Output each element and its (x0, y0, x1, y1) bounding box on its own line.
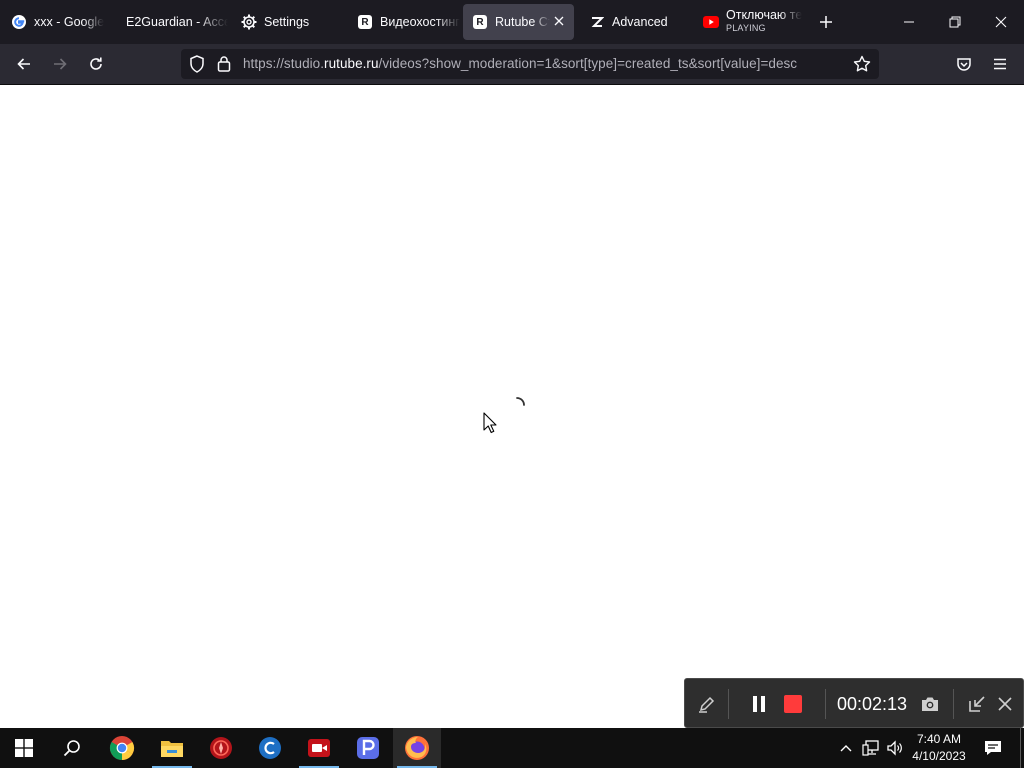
firefox-icon (405, 736, 429, 760)
close-recorder-button[interactable] (991, 690, 1019, 718)
arrow-right-icon (54, 58, 67, 70)
screen-recorder-toolbar: 00:02:13 (684, 678, 1024, 728)
search-icon (63, 740, 80, 757)
notification-icon (985, 741, 1001, 755)
screenshot-button[interactable] (916, 690, 944, 718)
advanced-icon (588, 13, 606, 31)
screen-recorder-icon (308, 739, 330, 757)
minimize-arrow-icon (969, 696, 985, 712)
show-hidden-icons-button[interactable] (836, 728, 856, 768)
minimize-button[interactable] (886, 0, 932, 44)
close-icon (998, 697, 1012, 711)
back-button[interactable] (9, 49, 39, 79)
app-menu-button[interactable] (985, 49, 1015, 79)
clock-date: 4/10/2023 (912, 749, 966, 763)
action-center-button[interactable] (978, 728, 1008, 768)
tab-label: Advanced (612, 15, 668, 29)
windows-taskbar: 7:40 AM 4/10/2023 (0, 728, 1024, 768)
loading-spinner-icon (516, 397, 525, 406)
taskbar-p-app[interactable] (344, 728, 392, 768)
tab-google-search[interactable]: xxx - Google (2, 4, 114, 40)
network-icon (862, 740, 879, 756)
rutube-icon: R (471, 13, 489, 31)
chevron-up-icon (840, 745, 852, 752)
tab-youtube-playing[interactable]: Отключаю те PLAYING (694, 4, 804, 40)
chrome-icon (109, 736, 135, 760)
c-app-icon (259, 737, 281, 759)
pause-recording-button[interactable] (745, 690, 773, 718)
minimize-icon (904, 21, 914, 23)
google-icon (10, 13, 28, 31)
youtube-icon (702, 13, 720, 31)
taskbar-screen-recorder[interactable] (295, 728, 343, 768)
tab-label: Отключаю те (726, 9, 803, 22)
pen-icon (699, 696, 715, 713)
restore-button[interactable] (932, 0, 978, 44)
stop-recording-button[interactable] (779, 690, 807, 718)
tab-label: Видеохостинг (380, 15, 460, 29)
restore-icon (949, 16, 961, 28)
taskbar-search-button[interactable] (48, 728, 96, 768)
taskbar-file-explorer[interactable] (148, 728, 196, 768)
tab-advanced[interactable]: Advanced (580, 4, 692, 40)
speaker-icon (887, 740, 902, 756)
tab-rutube-studio[interactable]: R Rutube Студия (463, 4, 574, 40)
shield-icon[interactable] (189, 55, 205, 78)
tab-videohosting[interactable]: R Видеохостинг (348, 4, 460, 40)
lock-icon[interactable] (217, 55, 231, 77)
arrow-left-icon (17, 58, 30, 70)
windows-start-icon (15, 739, 33, 757)
taskbar-firefox[interactable] (393, 728, 441, 768)
close-icon (995, 16, 1007, 28)
start-button[interactable] (0, 728, 48, 768)
pause-icon (753, 696, 765, 712)
close-icon[interactable] (552, 14, 566, 28)
volume-control[interactable] (884, 728, 906, 768)
network-status[interactable] (860, 728, 882, 768)
clock-time: 7:40 AM (916, 732, 962, 746)
url-text[interactable]: https://studio.rutube.ru/videos?show_mod… (243, 56, 797, 71)
file-explorer-icon (161, 741, 183, 757)
tab-e2guardian[interactable]: E2Guardian - Access (118, 4, 228, 40)
forward-button[interactable] (45, 49, 75, 79)
recording-timer: 00:02:13 (837, 694, 908, 714)
taskbar-chrome[interactable] (98, 728, 146, 768)
taskbar-clock[interactable]: 7:40 AM 4/10/2023 (908, 731, 970, 765)
tab-strip: xxx - Google E2Guardian - Access Setting… (0, 0, 1024, 44)
plus-icon (820, 16, 832, 28)
mouse-cursor-icon (483, 412, 497, 434)
close-window-button[interactable] (978, 0, 1024, 44)
show-desktop-button[interactable] (1017, 728, 1024, 768)
tab-label: Rutube Студия (495, 15, 550, 29)
hamburger-menu-icon (994, 58, 1006, 70)
tab-playing-label: PLAYING (726, 23, 766, 33)
tab-label: Settings (264, 15, 310, 29)
address-bar[interactable]: https://studio.rutube.ru/videos?show_mod… (181, 49, 879, 79)
game-app-icon (210, 737, 232, 759)
reload-button[interactable] (81, 49, 111, 79)
taskbar-game-app[interactable] (197, 728, 245, 768)
reload-icon (90, 57, 102, 70)
rutube-icon: R (356, 13, 374, 31)
p-app-icon (357, 737, 379, 759)
gear-icon (240, 13, 258, 31)
new-tab-button[interactable] (812, 8, 840, 36)
tab-settings[interactable]: Settings (232, 4, 344, 40)
pocket-button[interactable] (949, 49, 979, 79)
tab-label: xxx - Google (34, 15, 105, 29)
camera-icon (922, 697, 938, 711)
taskbar-c-app[interactable] (246, 728, 294, 768)
tab-label: E2Guardian - Access (126, 15, 228, 29)
pocket-icon (957, 58, 971, 71)
collapse-toolbar-button[interactable] (963, 690, 991, 718)
navigation-toolbar: https://studio.rutube.ru/videos?show_mod… (0, 44, 1024, 85)
annotate-pen-button[interactable] (693, 690, 721, 718)
bookmark-star-icon[interactable] (853, 55, 871, 78)
stop-icon (784, 695, 802, 713)
